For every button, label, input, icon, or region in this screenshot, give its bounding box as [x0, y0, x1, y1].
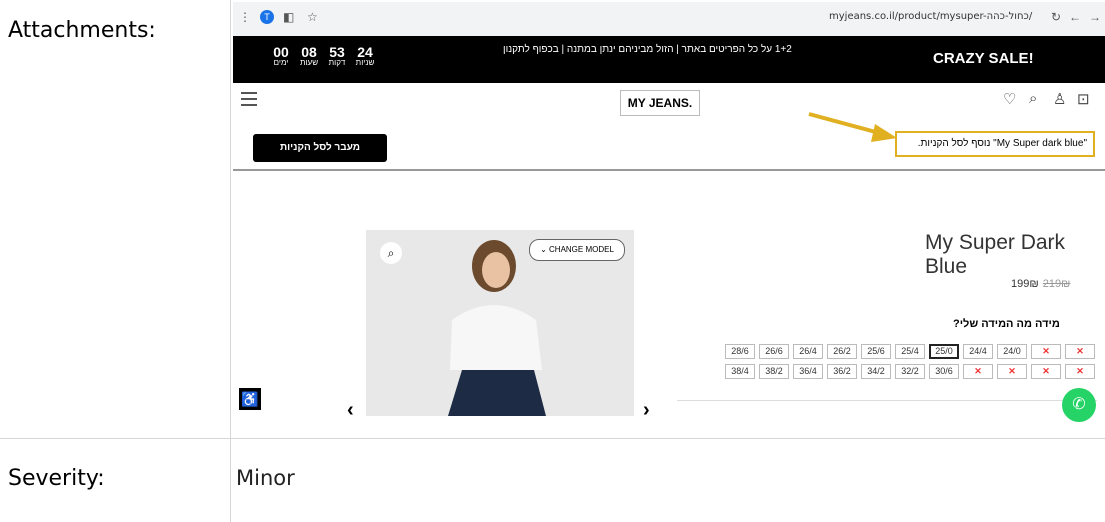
annotation-arrow	[808, 112, 897, 142]
chevron-down-icon: ⌄	[540, 245, 550, 254]
size-option[interactable]: 24/0	[997, 344, 1027, 359]
browser-bar: ⋮ T ◧ ☆ myjeans.co.il/product/mysuper-כח…	[233, 2, 1105, 36]
wishlist-icon[interactable]: ♡	[1003, 90, 1016, 108]
severity-row	[0, 439, 1105, 522]
size-option[interactable]: 24/4	[963, 344, 993, 359]
next-image-arrow[interactable]: ›	[643, 399, 650, 422]
search-icon[interactable]: ⌕	[1029, 90, 1037, 107]
size-option[interactable]: 26/6	[759, 344, 789, 359]
attachments-label: Attachments:	[8, 18, 156, 43]
accessibility-icon[interactable]: ♿	[239, 388, 261, 410]
countdown-seconds: 24 שניות	[355, 44, 375, 67]
go-to-cart-button[interactable]: מעבר לסל הקניות	[253, 134, 387, 162]
column-divider	[230, 0, 231, 522]
size-option[interactable]: 25/4	[895, 344, 925, 359]
cart-icon[interactable]: ⊡	[1077, 90, 1090, 108]
forward-icon[interactable]: →	[1089, 10, 1101, 24]
star-icon[interactable]: ☆	[307, 10, 318, 24]
promo-text: 1+2 על כל הפריטים באתר | הזול מביניהם ינ…	[503, 44, 792, 55]
attachment-screenshot: ⋮ T ◧ ☆ myjeans.co.il/product/mysuper-כח…	[233, 2, 1105, 434]
added-to-cart-notice: "My Super dark blue" נוסף לסל הקניות.	[895, 131, 1095, 157]
sidebar-icon[interactable]: ◧	[283, 10, 294, 24]
sale-banner: CRAZY SALE!	[933, 50, 1034, 67]
header-divider	[233, 169, 1105, 171]
size-unavailable-icon: ✕	[963, 364, 993, 379]
size-unavailable-icon: ✕	[1031, 344, 1061, 359]
size-row-1: 28/6 26/6 26/4 26/2 25/6 25/4 25/0 24/4 24/0 ✕ ✕	[709, 344, 1095, 359]
size-unavailable-icon: ✕	[1065, 364, 1095, 379]
product-price: 199₪ 219₪	[1011, 278, 1071, 290]
site-logo[interactable]: MY JEANS.	[620, 90, 700, 116]
countdown-minutes: 53 דקות	[328, 44, 346, 67]
profile-avatar[interactable]: T	[260, 10, 274, 24]
prev-image-arrow[interactable]: ‹	[347, 399, 354, 422]
menu-dots-icon[interactable]: ⋮	[239, 10, 251, 24]
size-option[interactable]: 28/6	[725, 344, 755, 359]
severity-label: Severity:	[8, 466, 105, 491]
size-option[interactable]: 26/4	[793, 344, 823, 359]
size-label: מידה מה המידה שלי?	[953, 318, 1060, 330]
hamburger-menu-icon[interactable]	[241, 92, 257, 110]
reload-icon[interactable]: ↻	[1051, 10, 1061, 24]
old-price: 219₪	[1042, 278, 1071, 290]
user-icon[interactable]: ♙	[1053, 90, 1066, 108]
size-unavailable-icon: ✕	[1065, 344, 1095, 359]
size-option[interactable]: 30/6	[929, 364, 959, 379]
product-title: My Super Dark Blue	[925, 231, 1066, 278]
product-divider	[677, 400, 1097, 401]
address-bar[interactable]: myjeans.co.il/product/mysuper-כחול-כהה/	[829, 11, 1032, 22]
countdown-days: 00 ימים	[273, 44, 289, 67]
change-model-button[interactable]: ⌄ CHANGE MODEL	[529, 239, 625, 261]
size-option[interactable]: 32/2	[895, 364, 925, 379]
size-option[interactable]: 38/2	[759, 364, 789, 379]
promo-bar: 00 ימים 08 שעות 53 דקות 24 שניות 1+2 על כל ה…	[233, 36, 1105, 83]
countdown-hours: 08 שעות	[299, 44, 319, 67]
zoom-icon[interactable]: ⌕	[380, 242, 402, 264]
severity-value: Minor	[236, 466, 295, 490]
size-option[interactable]: 25/0	[929, 344, 959, 359]
size-option[interactable]: 25/6	[861, 344, 891, 359]
size-option[interactable]: 36/2	[827, 364, 857, 379]
size-row-2: 38/4 38/2 36/4 36/2 34/2 32/2 30/6 ✕ ✕ ✕ ✕	[709, 364, 1095, 379]
size-option[interactable]: 34/2	[861, 364, 891, 379]
size-unavailable-icon: ✕	[1031, 364, 1061, 379]
back-icon[interactable]: ←	[1069, 10, 1081, 24]
size-option[interactable]: 26/2	[827, 344, 857, 359]
size-option[interactable]: 36/4	[793, 364, 823, 379]
size-option[interactable]: 38/4	[725, 364, 755, 379]
whatsapp-icon[interactable]: ✆	[1062, 388, 1096, 422]
size-unavailable-icon: ✕	[997, 364, 1027, 379]
